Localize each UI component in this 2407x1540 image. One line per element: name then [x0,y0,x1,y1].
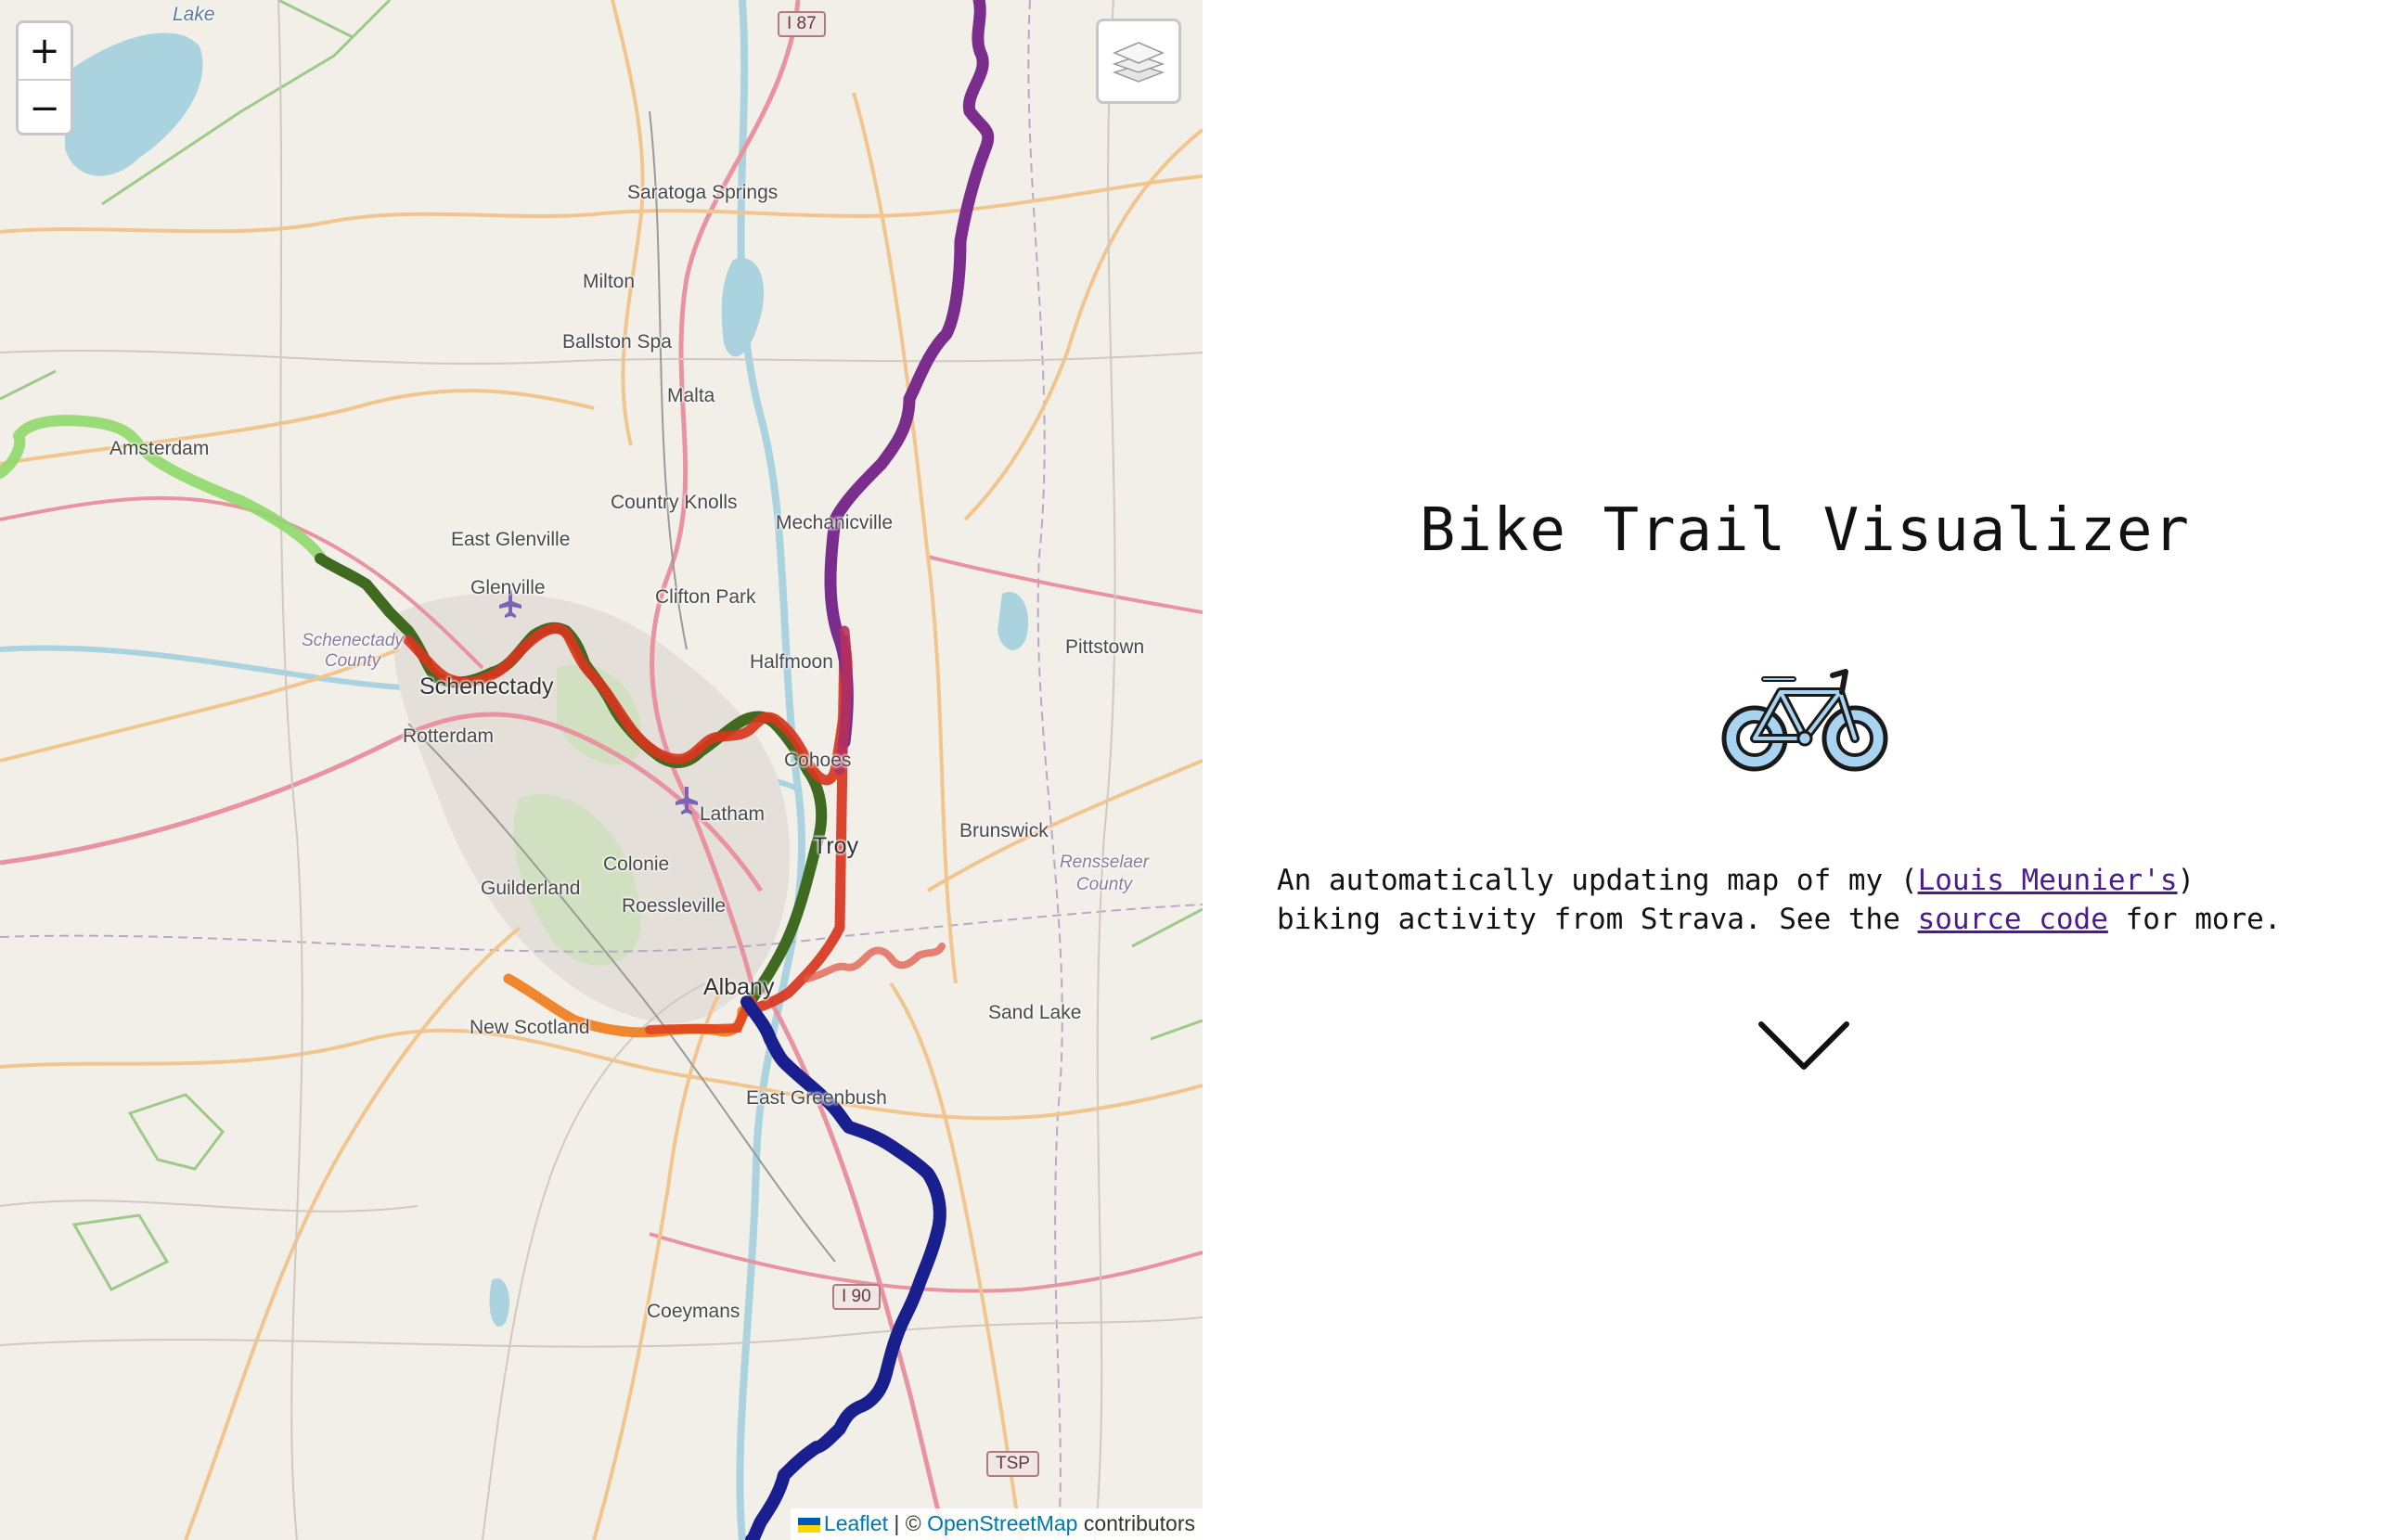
place-label: Lake [173,4,215,25]
description-intro: An automatically updating map of my ( [1277,864,1918,897]
layers-button[interactable] [1096,19,1181,104]
highway-shield: I 90 [832,1284,881,1310]
place-label: East Glenville [451,529,571,550]
chevron-down-icon[interactable] [1757,1019,1850,1074]
place-label: Roessleville [622,895,727,917]
place-label: Country Knolls [611,492,738,513]
lake-water [65,32,203,176]
place-label: Sand Lake [988,1002,1082,1023]
description-end: for more. [2107,903,2282,936]
county-label: Rensselaer County [1059,853,1150,894]
map-attribution: Leaflet | © OpenStreetMap contributors [790,1508,1203,1540]
zoom-out-button[interactable]: − [19,81,71,133]
place-label: Halfmoon [750,651,833,673]
place-label: Albany [703,974,775,1000]
place-label: Cohoes [784,750,852,771]
place-label: Latham [700,803,766,825]
basemap [0,0,1203,1540]
place-label: Glenville [470,577,546,598]
zoom-control: + − [16,20,73,135]
place-label: New Scotland [470,1017,590,1038]
place-label: Coeymans [647,1301,740,1322]
layers-icon [1113,42,1165,83]
place-label: Brunswick [959,820,1049,841]
map-panel[interactable]: Lake Saratoga Springs Milton Ballston Sp… [0,0,1203,1540]
description: An automatically updating map of my (Lou… [1277,861,2390,939]
openstreetmap-link[interactable]: OpenStreetMap [927,1511,1077,1535]
info-panel: Bike Trail Visualizer An automatically u… [1203,0,2407,1540]
route-purple [824,0,995,749]
place-label: Guilderland [481,878,581,899]
place-label: East Greenbush [746,1087,887,1109]
attribution-separator: | © [894,1511,921,1535]
zoom-in-button[interactable]: + [19,23,71,81]
page-title: Bike Trail Visualizer [1419,496,2191,565]
highway-shield: TSP [986,1451,1039,1477]
place-label: Ballston Spa [562,331,672,353]
place-label: Malta [667,385,715,406]
lake-water [489,1278,510,1327]
place-label: Colonie [603,853,670,875]
place-label: Rotterdam [403,725,495,747]
highway-shield: I 87 [778,11,826,37]
place-label: Milton [583,271,636,292]
route-navy [740,995,946,1540]
author-link[interactable]: Louis Meunier's [1918,864,2178,897]
lake-water [998,592,1029,650]
attribution-suffix: contributors [1083,1511,1195,1535]
place-label: Clifton Park [655,586,756,608]
place-label: Pittstown [1065,636,1145,658]
county-label: Schenectady County [302,631,404,671]
ukraine-flag-icon [797,1517,820,1533]
source-code-link[interactable]: source code [1918,903,2108,936]
place-label: Amsterdam [109,438,210,459]
place-label: Troy [813,833,859,859]
place-label: Mechanicville [776,512,894,533]
leaflet-link[interactable]: Leaflet [824,1511,888,1535]
bicycle-icon [1721,669,1888,772]
place-label: Saratoga Springs [627,182,779,203]
place-label: Schenectady [419,674,554,699]
